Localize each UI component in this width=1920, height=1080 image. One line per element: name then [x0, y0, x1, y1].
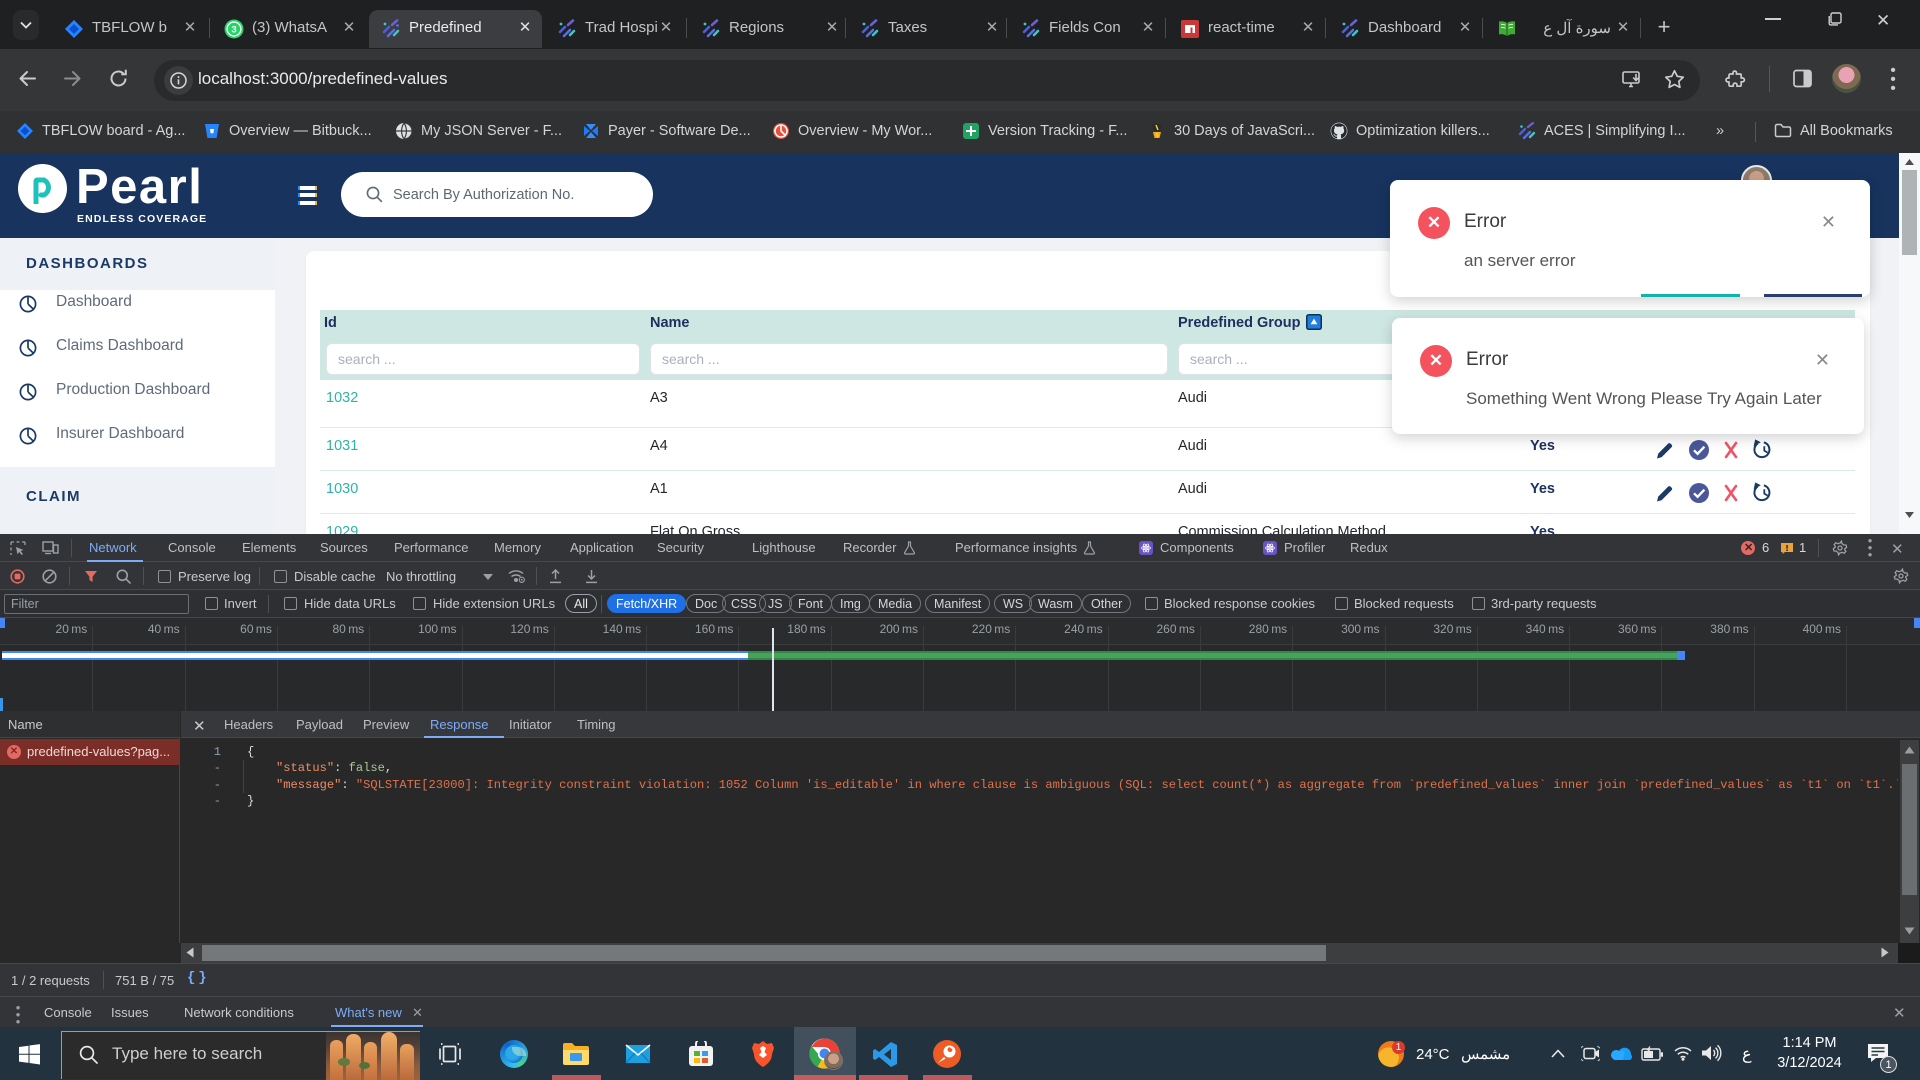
svg-text:3: 3 [231, 24, 236, 35]
